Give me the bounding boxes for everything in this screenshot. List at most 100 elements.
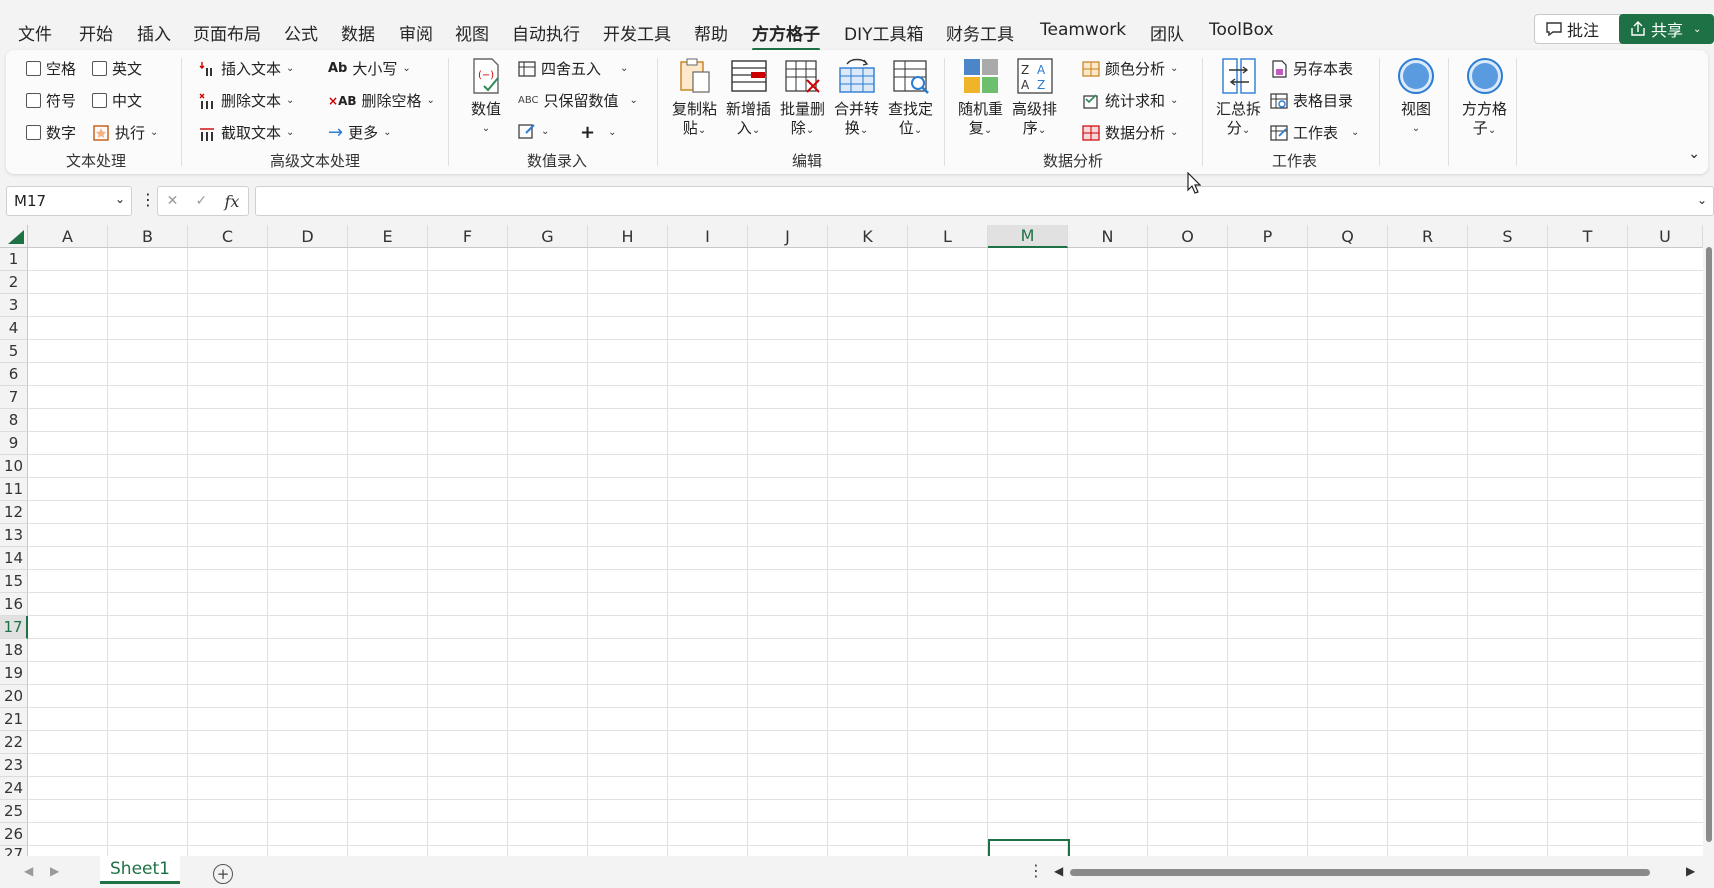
row-header[interactable]: 12 — [0, 501, 28, 524]
more-options-icon[interactable]: ⋮ — [140, 190, 156, 209]
column-header[interactable]: O — [1148, 225, 1228, 248]
column-header[interactable]: H — [588, 225, 668, 248]
column-header[interactable]: F — [428, 225, 508, 248]
row-header[interactable]: 14 — [0, 547, 28, 570]
edit-value-button[interactable]: ⌄ — [518, 122, 549, 140]
tab-home[interactable]: 开始 — [79, 20, 113, 45]
column-header[interactable]: Q — [1308, 225, 1388, 248]
row-header[interactable]: 26 — [0, 823, 28, 846]
checkbox-chinese[interactable]: 中文 — [92, 90, 142, 111]
confirm-icon[interactable]: ✓ — [196, 193, 208, 209]
worksheet-button[interactable]: 工作表 ⌄ — [1270, 122, 1359, 143]
collapse-ribbon-icon[interactable]: ⌄ — [1688, 146, 1700, 162]
scroll-right-icon[interactable]: ▶ — [1686, 864, 1695, 878]
color-analysis-button[interactable]: 颜色分析 ⌄ — [1082, 58, 1178, 79]
row-header[interactable]: 11 — [0, 478, 28, 501]
tab-toolbox[interactable]: ToolBox — [1209, 20, 1274, 40]
insert-function-button[interactable]: fx — [224, 192, 239, 211]
column-header[interactable]: E — [348, 225, 428, 248]
column-header[interactable]: N — [1068, 225, 1148, 248]
tab-data[interactable]: 数据 — [341, 20, 375, 45]
stat-sum-button[interactable]: 统计求和 ⌄ — [1082, 90, 1178, 111]
copy-paste-button[interactable]: 复制粘 贴⌄ — [672, 56, 717, 140]
column-header[interactable]: J — [748, 225, 828, 248]
column-header[interactable]: U — [1628, 225, 1703, 248]
more-button[interactable]: → 更多 ⌄ — [328, 122, 392, 143]
formula-input[interactable]: ⌄ — [255, 186, 1714, 216]
data-analysis-button[interactable]: 数据分析 ⌄ — [1082, 122, 1178, 143]
row-header[interactable]: 3 — [0, 294, 28, 317]
keep-value-button[interactable]: ABC 只保留数值 ⌄ — [518, 90, 638, 111]
row-header[interactable]: 21 — [0, 708, 28, 731]
tab-ffgz[interactable]: 方方格子 — [752, 20, 820, 51]
row-header[interactable]: 18 — [0, 639, 28, 662]
column-header[interactable]: C — [188, 225, 268, 248]
tab-automate[interactable]: 自动执行 — [512, 20, 580, 45]
tab-help[interactable]: 帮助 — [694, 20, 728, 45]
cancel-icon[interactable]: ✕ — [167, 193, 179, 209]
vertical-scrollbar[interactable] — [1703, 225, 1714, 862]
vertical-scroll-thumb[interactable] — [1706, 247, 1712, 842]
row-header[interactable]: 25 — [0, 800, 28, 823]
column-header[interactable]: B — [108, 225, 188, 248]
checkbox-english[interactable]: 英文 — [92, 58, 142, 79]
tab-formulas[interactable]: 公式 — [284, 20, 318, 45]
row-header[interactable]: 8 — [0, 409, 28, 432]
scroll-left-icon[interactable]: ◀ — [1054, 864, 1063, 878]
tab-teamwork[interactable]: Teamwork — [1040, 20, 1126, 40]
row-header[interactable]: 1 — [0, 248, 28, 271]
view-button[interactable]: 视图 ⌄ — [1396, 56, 1436, 138]
row-header[interactable]: 4 — [0, 317, 28, 340]
execute-button[interactable]: 执行 ⌄ — [92, 122, 158, 143]
row-header[interactable]: 7 — [0, 386, 28, 409]
row-header[interactable]: 17 — [0, 616, 28, 639]
random-repeat-button[interactable]: 随机重 复⌄ — [958, 56, 1003, 140]
row-header[interactable]: 9 — [0, 432, 28, 455]
sheet-index-button[interactable]: 表格目录 — [1270, 90, 1353, 111]
column-header[interactable]: I — [668, 225, 748, 248]
checkbox-space[interactable]: 空格 — [26, 58, 76, 79]
prev-sheet-icon[interactable]: ◀ — [24, 864, 33, 878]
next-sheet-icon[interactable]: ▶ — [50, 864, 59, 878]
horizontal-scroll-thumb[interactable] — [1070, 869, 1650, 876]
tab-finance-tools[interactable]: 财务工具 — [946, 20, 1014, 45]
row-header[interactable]: 6 — [0, 363, 28, 386]
tab-page-layout[interactable]: 页面布局 — [193, 20, 261, 45]
name-box[interactable]: M17 ⌄ — [6, 186, 132, 216]
tab-team[interactable]: 团队 — [1150, 20, 1184, 45]
checkbox-number[interactable]: 数字 — [26, 122, 76, 143]
row-header[interactable]: 5 — [0, 340, 28, 363]
column-header[interactable]: G — [508, 225, 588, 248]
row-header[interactable]: 13 — [0, 524, 28, 547]
row-header[interactable]: 24 — [0, 777, 28, 800]
summary-split-button[interactable]: 汇总拆 分⌄ — [1216, 56, 1261, 140]
select-all-button[interactable] — [0, 225, 28, 248]
insert-text-button[interactable]: 插入文本 ⌄ — [198, 58, 294, 79]
row-header[interactable]: 22 — [0, 731, 28, 754]
merge-convert-button[interactable]: 合并转 换⌄ — [834, 56, 879, 140]
more-options-icon[interactable]: ⋮ — [1028, 861, 1044, 880]
row-header[interactable]: 16 — [0, 593, 28, 616]
column-header[interactable]: L — [908, 225, 988, 248]
ffgz-button[interactable]: 方方格 子⌄ — [1462, 56, 1507, 140]
column-header[interactable]: M — [988, 225, 1068, 248]
cell-area[interactable] — [28, 248, 1703, 862]
round-button[interactable]: 四舍五入 ⌄ — [518, 58, 628, 79]
tab-developer[interactable]: 开发工具 — [603, 20, 671, 45]
column-header[interactable]: K — [828, 225, 908, 248]
chevron-down-icon[interactable]: ⌄ — [1693, 24, 1701, 35]
horizontal-scrollbar[interactable]: ◀ ▶ — [1050, 864, 1700, 878]
tab-insert[interactable]: 插入 — [137, 20, 171, 45]
row-header[interactable]: 23 — [0, 754, 28, 777]
extract-text-button[interactable]: 截取文本 ⌄ — [198, 122, 294, 143]
case-button[interactable]: Ab 大小写 ⌄ — [328, 58, 411, 79]
column-header[interactable]: S — [1468, 225, 1548, 248]
expand-formula-icon[interactable]: ⌄ — [1697, 193, 1707, 207]
tab-review[interactable]: 审阅 — [399, 20, 433, 45]
advanced-sort-button[interactable]: ZAAZ 高级排 序⌄ — [1012, 56, 1057, 140]
checkbox-symbol[interactable]: 符号 — [26, 90, 76, 111]
tab-view[interactable]: 视图 — [455, 20, 489, 45]
tab-diy-toolbox[interactable]: DIY工具箱 — [844, 20, 924, 45]
delete-text-button[interactable]: 删除文本 ⌄ — [198, 90, 294, 111]
share-button[interactable]: 共享 ⌄ — [1619, 14, 1714, 44]
